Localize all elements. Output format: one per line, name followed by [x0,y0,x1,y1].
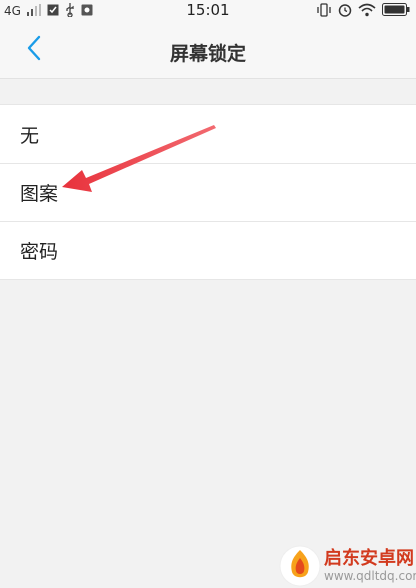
option-pattern[interactable]: 图案 [0,163,416,221]
status-bar: 4G 15:01 [0,0,416,22]
battery-icon [382,3,410,19]
vibrate-icon [316,2,332,20]
option-password[interactable]: 密码 [0,221,416,279]
option-label: 无 [20,124,40,147]
option-label: 密码 [20,241,59,263]
watermark-url: www.qdltdq.com [324,569,416,583]
annotation-arrow-icon [62,125,216,192]
option-none[interactable]: 无 [0,105,416,163]
page-title: 屏幕锁定 [169,43,246,65]
status-right [316,2,410,20]
option-label: 图案 [20,183,59,205]
alarm-icon [338,3,352,20]
wifi-icon [358,3,376,20]
header: 屏幕锁定 [0,22,416,79]
lock-options-list: 无 图案 密码 [0,104,416,280]
watermark-brand: 启东安卓网 [324,548,414,569]
watermark: 启东安卓网 www.qdltdq.com [278,542,416,588]
